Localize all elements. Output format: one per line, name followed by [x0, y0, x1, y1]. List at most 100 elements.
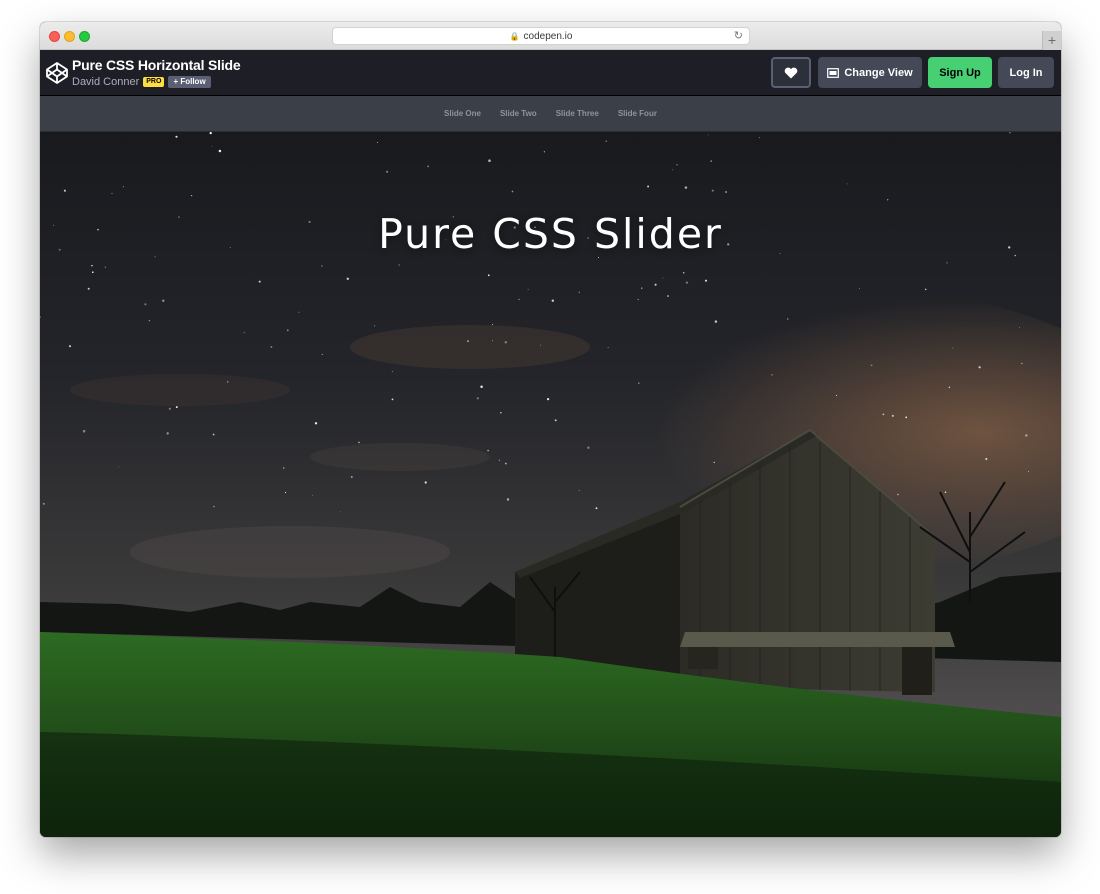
- star: [227, 381, 229, 383]
- star: [498, 459, 501, 462]
- star: [68, 345, 72, 348]
- signup-button[interactable]: Sign Up: [928, 57, 992, 88]
- nav-slide-three[interactable]: Slide Three: [556, 109, 599, 118]
- slide-hero: Pure CSS Slider: [40, 132, 1061, 837]
- star: [488, 159, 491, 162]
- nav-slide-two[interactable]: Slide Two: [500, 109, 537, 118]
- star: [605, 140, 607, 142]
- star: [578, 291, 580, 293]
- slider-nav: Slide One Slide Two Slide Three Slide Fo…: [40, 96, 1061, 132]
- star: [476, 397, 479, 400]
- browser-window: 🔒 codepen.io ↻ + Pure CSS Horizontal Sli…: [40, 22, 1061, 837]
- star: [91, 271, 94, 274]
- star: [725, 191, 727, 193]
- star: [607, 346, 609, 349]
- star: [647, 185, 650, 188]
- follow-button[interactable]: + Follow: [168, 76, 211, 88]
- layout-icon: [827, 67, 840, 78]
- star: [891, 414, 894, 417]
- star: [213, 505, 215, 508]
- star: [554, 419, 557, 422]
- star: [846, 183, 848, 185]
- star: [944, 491, 947, 493]
- star: [386, 170, 389, 173]
- nav-slide-one[interactable]: Slide One: [444, 109, 481, 118]
- star: [540, 344, 542, 346]
- star: [148, 319, 151, 322]
- star: [714, 320, 718, 323]
- star: [711, 189, 714, 192]
- star: [218, 149, 222, 153]
- star: [1027, 470, 1030, 473]
- star: [1021, 362, 1023, 365]
- star: [637, 382, 640, 385]
- star: [492, 323, 493, 325]
- star: [321, 353, 323, 356]
- zoom-window-button[interactable]: [79, 31, 90, 42]
- star: [340, 511, 342, 512]
- star: [1019, 327, 1021, 328]
- star: [710, 160, 713, 162]
- star: [835, 394, 838, 396]
- author-link[interactable]: David Conner: [72, 76, 139, 88]
- login-button[interactable]: Log In: [998, 57, 1054, 88]
- star: [948, 386, 951, 389]
- minimize-window-button[interactable]: [64, 31, 75, 42]
- star: [104, 266, 107, 268]
- star: [859, 288, 860, 290]
- change-view-button[interactable]: Change View: [818, 57, 922, 88]
- star: [286, 329, 289, 332]
- star: [63, 189, 66, 192]
- new-tab-button[interactable]: +: [1042, 31, 1061, 50]
- author-row: David Conner PRO + Follow: [72, 75, 211, 89]
- star: [298, 311, 300, 313]
- star: [676, 164, 678, 166]
- star: [527, 289, 529, 291]
- star: [870, 364, 873, 367]
- pro-badge: PRO: [143, 77, 165, 87]
- star: [211, 145, 213, 147]
- star: [511, 190, 514, 193]
- star: [467, 340, 469, 343]
- star: [952, 347, 954, 349]
- star: [391, 371, 393, 373]
- heart-button[interactable]: [771, 57, 811, 88]
- star: [314, 422, 318, 425]
- star: [91, 264, 93, 267]
- star: [42, 502, 45, 505]
- star: [1025, 434, 1028, 437]
- star: [377, 142, 378, 143]
- star: [350, 475, 353, 478]
- star: [212, 433, 215, 436]
- star: [427, 165, 429, 168]
- star: [175, 135, 178, 138]
- star: [122, 186, 124, 188]
- star: [282, 467, 285, 469]
- star: [358, 441, 360, 444]
- lock-icon: 🔒: [509, 31, 520, 41]
- star: [672, 169, 674, 171]
- star: [518, 298, 520, 301]
- star: [882, 413, 885, 416]
- address-url: codepen.io: [523, 30, 573, 42]
- nav-slide-four[interactable]: Slide Four: [618, 109, 657, 118]
- heart-icon: [784, 67, 798, 78]
- codepen-logo-icon[interactable]: [45, 61, 69, 85]
- browser-toolbar: 🔒 codepen.io ↻ +: [40, 22, 1061, 50]
- star: [506, 498, 510, 501]
- star: [551, 299, 554, 302]
- star: [683, 272, 685, 274]
- star: [787, 318, 789, 320]
- star: [684, 186, 688, 189]
- star: [886, 199, 889, 201]
- star: [162, 299, 165, 303]
- star: [487, 449, 489, 452]
- star: [118, 466, 120, 468]
- star: [311, 494, 313, 496]
- star: [758, 137, 760, 139]
- address-bar[interactable]: 🔒 codepen.io ↻: [332, 27, 750, 45]
- star: [707, 134, 709, 136]
- star: [905, 416, 908, 419]
- reload-icon[interactable]: ↻: [734, 29, 743, 42]
- close-window-button[interactable]: [49, 31, 60, 42]
